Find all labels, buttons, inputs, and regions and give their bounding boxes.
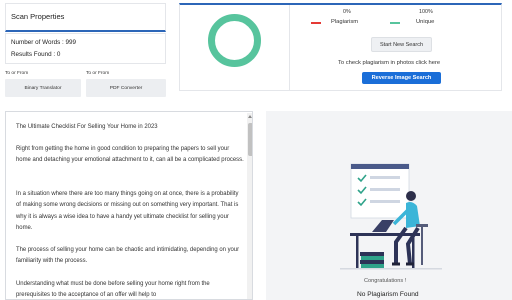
- document-text-area[interactable]: The Ultimate Checklist For Selling Your …: [5, 111, 253, 300]
- plagiarism-legend-swatch: [311, 22, 321, 24]
- tool-caption-binary: To or From: [5, 71, 29, 76]
- results-count: Results Found : 0: [11, 51, 61, 58]
- pdf-converter-button[interactable]: PDF Converter: [86, 79, 166, 97]
- plagiarism-percent: 0%: [343, 9, 351, 15]
- word-count: Number of Words : 999: [11, 39, 76, 46]
- plagiarism-label: Plagiarism: [331, 19, 359, 25]
- unique-legend-swatch: [390, 22, 400, 24]
- result-divider: [289, 5, 290, 91]
- congratulations-text: Congratulations !: [364, 278, 407, 284]
- doc-paragraph: Understanding what must be done before s…: [16, 281, 210, 299]
- scan-properties-header: Scan Properties: [5, 3, 166, 32]
- tool-caption-pdf: To or From: [86, 71, 110, 76]
- reverse-image-search-button[interactable]: Reverse Image Search: [362, 72, 441, 84]
- scroll-thumb[interactable]: [248, 123, 252, 156]
- binary-translator-button[interactable]: Binary Translator: [5, 79, 81, 97]
- start-new-search-button[interactable]: Start New Search: [371, 37, 432, 52]
- doc-paragraph: In a situation where there are too many …: [16, 191, 239, 231]
- uniqueness-ring-chart: [208, 14, 261, 67]
- no-plagiarism-message: No Plagiarism Found: [357, 291, 419, 298]
- person-at-laptop-checklist-illustration: [340, 163, 442, 270]
- doc-paragraph: The process of selling your home can be …: [16, 247, 240, 265]
- scan-properties-title: Scan Properties: [11, 12, 65, 21]
- unique-label: Unique: [416, 19, 435, 25]
- doc-paragraph: Right from getting the home in good cond…: [16, 146, 244, 164]
- doc-title: The Ultimate Checklist For Selling Your …: [16, 124, 158, 130]
- text-scrollbar[interactable]: [247, 113, 252, 299]
- scan-stats-panel: Number of Words : 999 Results Found : 0: [5, 33, 166, 64]
- unique-percent: 100%: [419, 9, 433, 15]
- scroll-up-arrow-icon[interactable]: [248, 115, 252, 118]
- photo-check-hint[interactable]: To check plagiarism in photos click here: [338, 60, 440, 66]
